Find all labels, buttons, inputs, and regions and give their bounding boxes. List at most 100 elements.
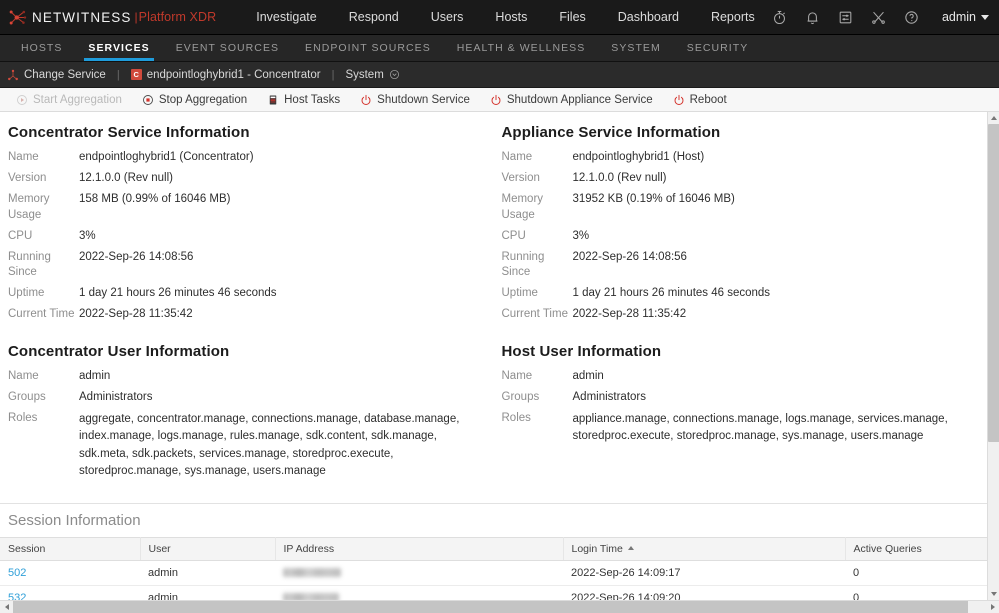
kv-key: Name xyxy=(8,369,79,384)
cell-login-time: 2022-Sep-26 14:09:17 xyxy=(563,560,845,585)
power-icon xyxy=(490,94,502,106)
session-information-title: Session Information xyxy=(0,504,987,537)
change-service-button[interactable]: Change Service xyxy=(7,69,106,81)
nav-item-hosts[interactable]: Hosts xyxy=(479,0,543,35)
kv-row: Uptime1 day 21 hours 26 minutes 46 secon… xyxy=(8,286,484,301)
shutdown-service-button[interactable]: Shutdown Service xyxy=(350,88,480,111)
kv-key: Memory Usage xyxy=(8,192,79,222)
help-icon[interactable] xyxy=(903,9,920,26)
column-header-active-queries[interactable]: Active Queries xyxy=(845,537,987,560)
kv-row: GroupsAdministrators xyxy=(8,390,484,405)
kv-key: Roles xyxy=(502,411,573,446)
kv-key: Memory Usage xyxy=(502,192,573,222)
horizontal-scroll-thumb[interactable] xyxy=(13,601,968,613)
table-row[interactable]: 532 admin 2022-Sep-26 14:09:20 0 xyxy=(0,585,987,600)
table-header-row: Session User IP Address Login Time Activ… xyxy=(0,537,987,560)
shutdown-appliance-service-label: Shutdown Appliance Service xyxy=(507,94,653,106)
nav-item-dashboard[interactable]: Dashboard xyxy=(602,0,695,35)
column-header-login-time[interactable]: Login Time xyxy=(563,537,845,560)
kv-value: appliance.manage, connections.manage, lo… xyxy=(573,411,978,446)
concentrator-service-info-title: Concentrator Service Information xyxy=(8,124,484,141)
kv-key: Running Since xyxy=(502,250,573,280)
redacted-ip xyxy=(283,593,339,600)
content-region: Concentrator Service Information Nameend… xyxy=(0,112,999,600)
kv-row: Memory Usage158 MB (0.99% of 16046 MB) xyxy=(8,192,484,222)
column-header-session[interactable]: Session xyxy=(0,537,140,560)
column-label: IP Address xyxy=(284,543,335,555)
vertical-scrollbar[interactable] xyxy=(987,112,999,600)
nav-item-reports[interactable]: Reports xyxy=(695,0,771,35)
chevron-up-icon xyxy=(991,116,997,120)
kv-row: Nameadmin xyxy=(8,369,484,384)
column-label: User xyxy=(149,543,171,555)
kv-row: Rolesaggregate, concentrator.manage, con… xyxy=(8,411,484,481)
cell-session: 532 xyxy=(0,585,140,600)
scroll-right-button[interactable] xyxy=(986,601,999,613)
kv-row: Version12.1.0.0 (Rev null) xyxy=(8,171,484,186)
host-tasks-button[interactable]: Host Tasks xyxy=(257,88,350,111)
nav-item-files[interactable]: Files xyxy=(543,0,601,35)
start-aggregation-button[interactable]: Start Aggregation xyxy=(6,88,132,111)
current-service[interactable]: C endpointloghybrid1 - Concentrator xyxy=(131,69,321,81)
service-info-area: Concentrator Service Information Nameend… xyxy=(0,112,987,487)
tools-icon[interactable] xyxy=(870,9,887,26)
breadcrumb-divider-2: | xyxy=(332,69,335,81)
subnav-item-system[interactable]: SYSTEM xyxy=(598,35,673,61)
kv-row: CPU3% xyxy=(502,229,978,244)
kv-value: 1 day 21 hours 26 minutes 46 seconds xyxy=(79,286,484,301)
bell-icon[interactable] xyxy=(804,9,821,26)
chevron-left-icon xyxy=(5,604,9,610)
kv-value: 12.1.0.0 (Rev null) xyxy=(573,171,978,186)
left-info-column: Concentrator Service Information Nameend… xyxy=(0,124,494,487)
nav-item-respond[interactable]: Respond xyxy=(333,0,415,35)
view-selector-label: System xyxy=(345,69,383,81)
chevron-down-icon xyxy=(991,592,997,596)
column-label: Session xyxy=(8,543,45,555)
subnav-item-health-wellness[interactable]: HEALTH & WELLNESS xyxy=(444,35,599,61)
horizontal-scroll-track[interactable] xyxy=(13,601,986,613)
scroll-up-button[interactable] xyxy=(988,112,999,124)
scroll-down-button[interactable] xyxy=(988,588,999,600)
kv-key: Running Since xyxy=(8,250,79,280)
session-id-link[interactable]: 502 xyxy=(8,567,26,579)
column-header-ip-address[interactable]: IP Address xyxy=(275,537,563,560)
content-scroll-area: Concentrator Service Information Nameend… xyxy=(0,112,987,600)
netwitness-app: NETWITNESS | Platform XDR Investigate Re… xyxy=(0,0,999,613)
kv-row: Running Since2022-Sep-26 14:08:56 xyxy=(502,250,978,280)
kv-value: 3% xyxy=(573,229,978,244)
subnav-item-event-sources[interactable]: EVENT SOURCES xyxy=(163,35,292,61)
nav-item-investigate[interactable]: Investigate xyxy=(240,0,332,35)
kv-row: Memory Usage31952 KB (0.19% of 16046 MB) xyxy=(502,192,978,222)
subnav-item-security[interactable]: SECURITY xyxy=(674,35,762,61)
redacted-ip xyxy=(283,568,341,577)
play-circle-icon xyxy=(16,94,28,106)
power-icon xyxy=(360,94,372,106)
vertical-scroll-thumb[interactable] xyxy=(988,124,999,442)
kv-value: 158 MB (0.99% of 16046 MB) xyxy=(79,192,484,222)
subnav-item-services[interactable]: SERVICES xyxy=(75,35,162,61)
kv-value: 3% xyxy=(79,229,484,244)
horizontal-scrollbar[interactable] xyxy=(0,600,999,613)
stop-aggregation-button[interactable]: Stop Aggregation xyxy=(132,88,257,111)
session-id-link[interactable]: 532 xyxy=(8,592,26,600)
scroll-left-button[interactable] xyxy=(0,601,13,613)
cell-active-queries: 0 xyxy=(845,560,987,585)
view-selector[interactable]: System xyxy=(345,69,399,81)
kv-row: Nameadmin xyxy=(502,369,978,384)
reboot-button[interactable]: Reboot xyxy=(663,88,737,111)
subnav-item-hosts[interactable]: HOSTS xyxy=(8,35,75,61)
nav-item-users[interactable]: Users xyxy=(415,0,480,35)
kv-value: Administrators xyxy=(573,390,978,405)
kv-row: Version12.1.0.0 (Rev null) xyxy=(502,171,978,186)
column-header-user[interactable]: User xyxy=(140,537,275,560)
subnav-item-endpoint-sources[interactable]: ENDPOINT SOURCES xyxy=(292,35,444,61)
breadcrumb-divider-1: | xyxy=(117,69,120,81)
timer-icon[interactable] xyxy=(771,9,788,26)
user-menu[interactable]: admin xyxy=(942,10,989,24)
netwitness-molecule-icon xyxy=(8,8,27,27)
tasks-icon[interactable] xyxy=(837,9,854,26)
kv-row: Nameendpointloghybrid1 (Host) xyxy=(502,150,978,165)
shutdown-appliance-service-button[interactable]: Shutdown Appliance Service xyxy=(480,88,663,111)
brand-logo[interactable]: NETWITNESS | Platform XDR xyxy=(8,8,216,27)
table-row[interactable]: 502 admin 2022-Sep-26 14:09:17 0 xyxy=(0,560,987,585)
